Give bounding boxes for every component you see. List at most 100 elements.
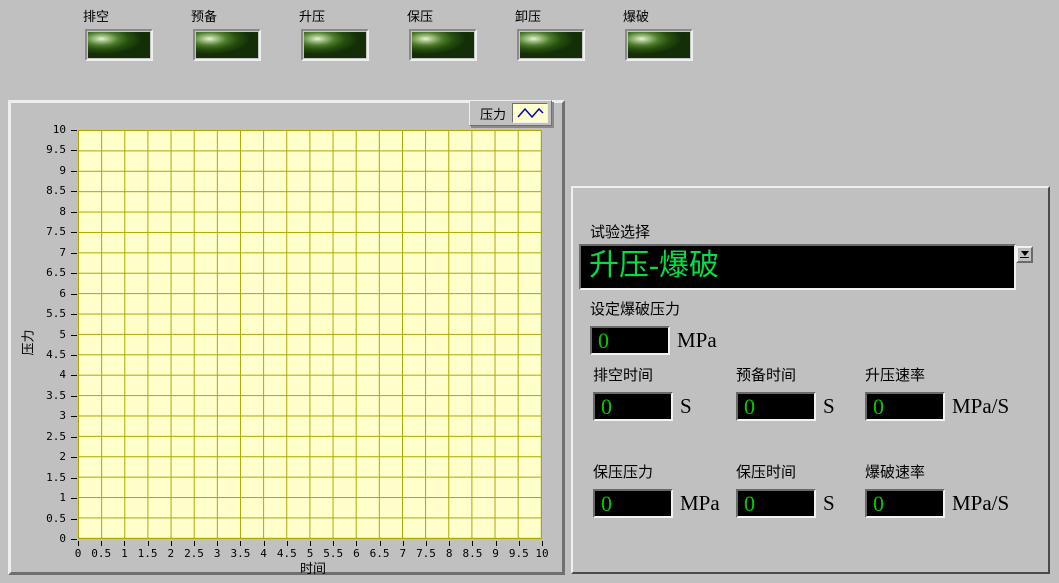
hold-time-input[interactable]: 0 [736, 489, 816, 518]
y-tick-label: 3 [11, 410, 66, 422]
y-tick-mark [71, 212, 77, 213]
y-tick-mark [71, 171, 77, 172]
chevron-underline [1020, 257, 1029, 258]
x-tick-mark [240, 541, 241, 546]
x-tick-mark [264, 541, 265, 546]
y-tick-mark [71, 314, 77, 315]
y-tick-label: 10 [11, 124, 66, 136]
y-tick-mark [71, 253, 77, 254]
led-indicator [517, 29, 585, 61]
waveform-icon[interactable] [512, 103, 548, 123]
y-tick-mark [71, 375, 77, 376]
x-tick-mark [333, 541, 334, 546]
y-tick-mark [71, 273, 77, 274]
led-label: 卸压 [515, 6, 585, 25]
x-tick-mark [380, 541, 381, 546]
x-tick-mark [356, 541, 357, 546]
y-tick-mark [71, 335, 77, 336]
led-lamp [304, 32, 366, 58]
hold-pressure-input[interactable]: 0 [593, 489, 673, 518]
field-label: 排空时间 [593, 364, 692, 385]
field-hold-pressure: 保压压力 0 MPa [593, 461, 720, 518]
chart-legend[interactable]: 压力 [469, 100, 552, 126]
x-tick-mark [310, 541, 311, 546]
prepare-time-input[interactable]: 0 [736, 392, 816, 421]
y-tick-label: 0 [11, 533, 66, 545]
y-tick-label: 6 [11, 288, 66, 300]
x-tick-mark [426, 541, 427, 546]
x-tick-mark [148, 541, 149, 546]
field-label: 升压速率 [865, 364, 1009, 385]
y-tick-mark [71, 519, 77, 520]
y-tick-label: 1 [11, 492, 66, 504]
pressure-waveform-chart: 00.511.522.533.544.555.566.577.588.599.5… [8, 100, 565, 575]
field-prepare-time: 预备时间 0 S [736, 364, 835, 421]
x-tick-mark [403, 541, 404, 546]
burst-rate-input[interactable]: 0 [865, 489, 945, 518]
y-tick-mark [71, 396, 77, 397]
y-tick-label: 0.5 [11, 513, 66, 525]
y-tick-mark [71, 478, 77, 479]
led-indicator [625, 29, 693, 61]
x-tick-mark [78, 541, 79, 546]
led-lamp [196, 32, 258, 58]
x-tick-mark [101, 541, 102, 546]
vent-time-input[interactable]: 0 [593, 392, 673, 421]
y-tick-label: 7.5 [11, 226, 66, 238]
unit-label: S [823, 491, 835, 516]
led-indicator [193, 29, 261, 61]
y-tick-label: 3.5 [11, 390, 66, 402]
led-label: 爆破 [623, 6, 693, 25]
y-tick-label: 9 [11, 165, 66, 177]
y-tick-mark [71, 130, 77, 131]
y-tick-label: 9.5 [11, 144, 66, 156]
led-pressurize: 升压 [301, 6, 369, 61]
field-burst-rate: 爆破速率 0 MPa/S [865, 461, 1009, 518]
field-set-burst-pressure: 设定爆破压力 0 MPa [590, 298, 717, 355]
led-label: 预备 [191, 6, 261, 25]
field-label: 预备时间 [736, 364, 835, 385]
field-rise-rate: 升压速率 0 MPa/S [865, 364, 1009, 421]
led-vent: 排空 [85, 6, 153, 61]
led-hold: 保压 [409, 6, 477, 61]
x-tick-mark [171, 541, 172, 546]
led-label: 保压 [407, 6, 477, 25]
y-tick-mark [71, 416, 77, 417]
unit-label: S [680, 394, 692, 419]
x-tick-label: 10 [525, 548, 559, 560]
rise-rate-input[interactable]: 0 [865, 392, 945, 421]
y-tick-label: 6.5 [11, 267, 66, 279]
y-tick-mark [71, 457, 77, 458]
legend-series-label: 压力 [480, 104, 506, 123]
test-settings-panel: 试验选择 升压-爆破 设定爆破压力 0 MPa 排空时间 0 S 预备时间 0 … [571, 186, 1050, 574]
field-label: 保压时间 [736, 461, 835, 482]
test-select-dropdown-button[interactable] [1016, 246, 1033, 263]
led-label: 排空 [83, 6, 153, 25]
x-tick-mark [287, 541, 288, 546]
led-release: 卸压 [517, 6, 585, 61]
led-lamp [628, 32, 690, 58]
set-burst-pressure-input[interactable]: 0 [590, 326, 670, 355]
unit-label: S [823, 394, 835, 419]
x-tick-mark [472, 541, 473, 546]
led-prepare: 预备 [193, 6, 261, 61]
test-select-ring[interactable]: 升压-爆破 [579, 244, 1016, 290]
x-tick-mark [449, 541, 450, 546]
y-tick-mark [71, 150, 77, 151]
led-indicator [85, 29, 153, 61]
led-indicator [301, 29, 369, 61]
y-tick-label: 7 [11, 247, 66, 259]
test-select-label: 试验选择 [590, 221, 650, 242]
y-axis-label: 压力 [18, 323, 37, 363]
y-tick-label: 1.5 [11, 472, 66, 484]
y-tick-label: 4 [11, 369, 66, 381]
y-tick-mark [71, 498, 77, 499]
unit-label: MPa/S [952, 491, 1009, 516]
y-tick-label: 2 [11, 451, 66, 463]
x-tick-mark [194, 541, 195, 546]
field-hold-time: 保压时间 0 S [736, 461, 835, 518]
led-lamp [520, 32, 582, 58]
y-tick-mark [71, 294, 77, 295]
x-tick-mark [542, 541, 543, 546]
y-tick-label: 8 [11, 206, 66, 218]
